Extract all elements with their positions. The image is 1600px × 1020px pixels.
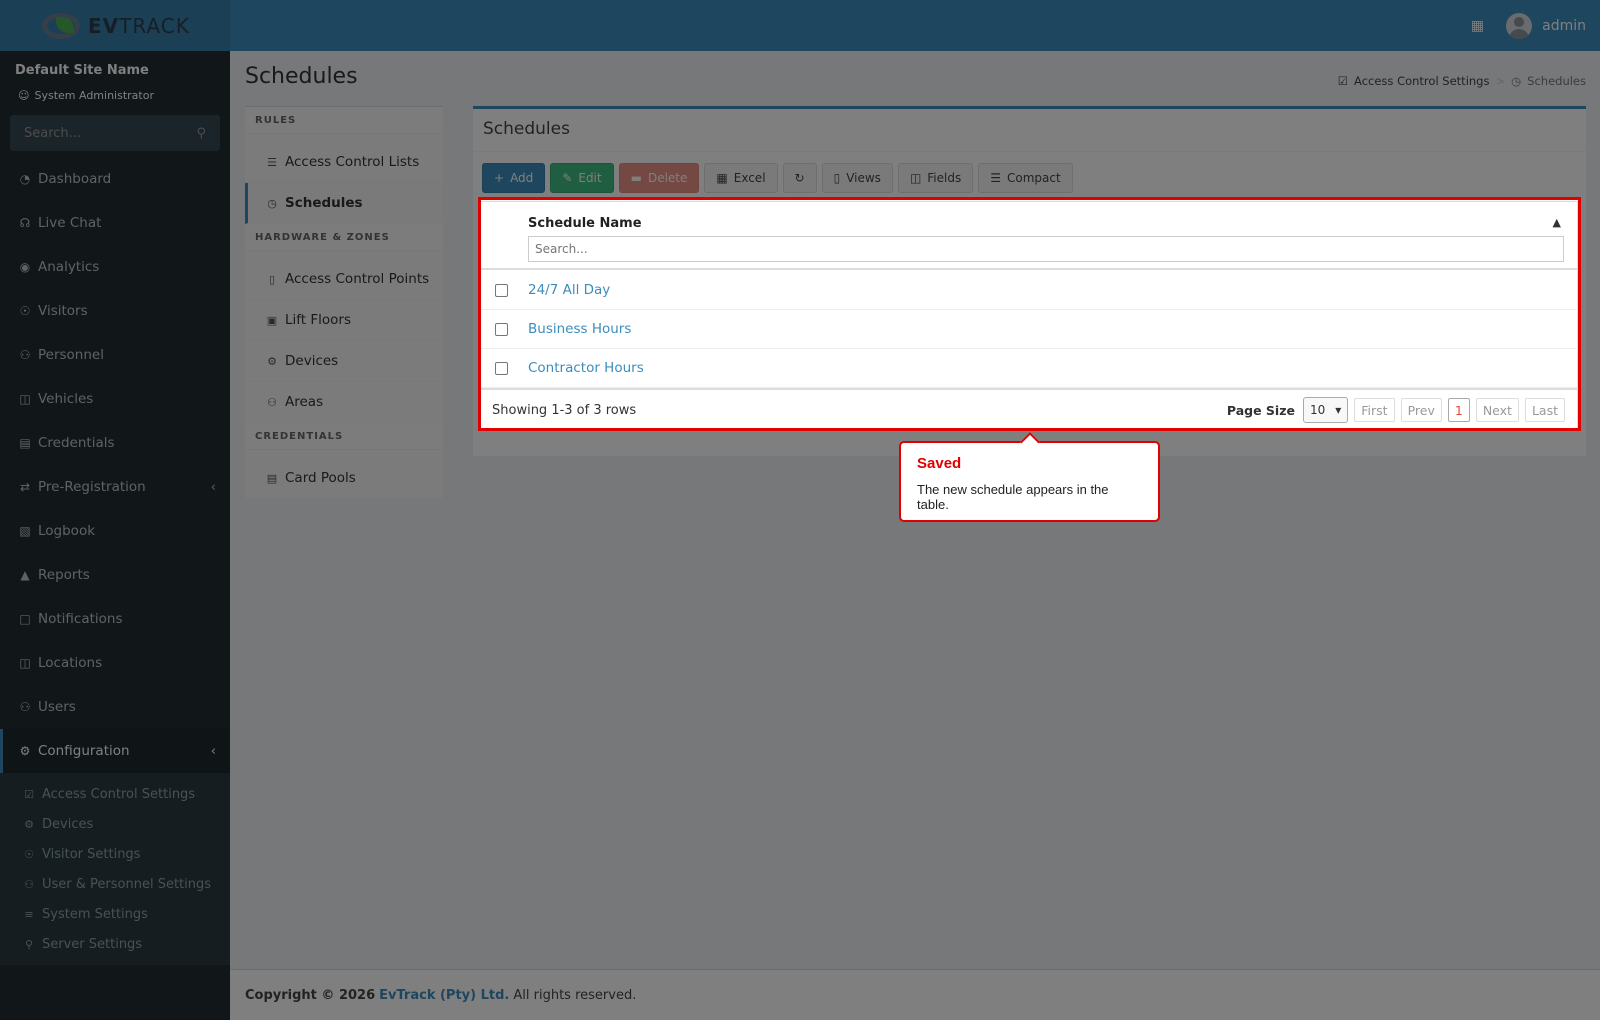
dim-overlay	[0, 0, 1600, 1020]
tour-tooltip: Saved The new schedule appears in the ta…	[899, 441, 1160, 522]
tooltip-text: The new schedule appears in the table.	[917, 482, 1109, 512]
highlight-frame	[478, 197, 1581, 431]
tooltip-title: Saved	[917, 455, 962, 472]
